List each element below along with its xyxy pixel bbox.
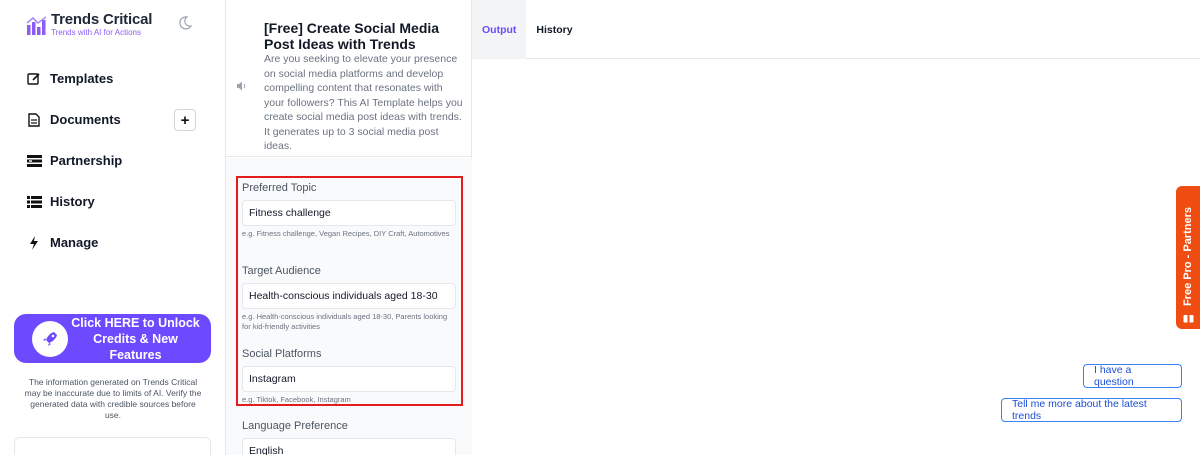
field-language-preference: Language Preference English	[242, 420, 456, 455]
output-tabs: Output History	[472, 0, 1200, 59]
brand-logo-icon	[26, 15, 47, 35]
suggestion-button-trends[interactable]: Tell me more about the latest trends	[1001, 398, 1182, 422]
field-label: Preferred Topic	[242, 182, 317, 194]
tab-output[interactable]: Output	[472, 0, 527, 59]
suggestion-button-question[interactable]: I have a question	[1083, 364, 1182, 388]
field-label: Target Audience	[242, 265, 321, 277]
ai-disclaimer: The information generated on Trends Crit…	[24, 377, 202, 420]
bolt-icon	[26, 235, 42, 251]
free-pro-partners-tab[interactable]: Free Pro - Partners	[1176, 186, 1200, 329]
document-icon	[26, 112, 42, 128]
edit-icon	[26, 71, 42, 87]
field-hint: e.g. Health-conscious individuals aged 1…	[242, 312, 448, 331]
social-platforms-input[interactable]: Instagram	[242, 366, 456, 392]
speaker-icon[interactable]	[236, 80, 248, 92]
sidebar-item-documents[interactable]: Documents +	[26, 99, 206, 140]
template-description: Are you seeking to elevate your presence…	[264, 53, 463, 152]
sidebar-item-partnership[interactable]: Partnership	[26, 140, 206, 181]
gift-icon	[1183, 315, 1193, 323]
partnership-icon	[26, 153, 42, 169]
field-hint: e.g. Fitness challenge, Vegan Recipes, D…	[242, 229, 450, 238]
sidebar-item-label: Manage	[50, 235, 99, 250]
sidebar-item-label: Documents	[50, 112, 121, 127]
sidebar-bottom-panel	[14, 437, 211, 455]
dark-mode-toggle-icon[interactable]	[177, 15, 193, 31]
sidebar-item-label: History	[50, 194, 95, 209]
language-preference-input[interactable]: English	[242, 438, 456, 455]
tab-history[interactable]: History	[526, 0, 582, 59]
field-label: Language Preference	[242, 420, 348, 432]
field-social-platforms: Social Platforms Instagram e.g. Tiktok, …	[242, 348, 456, 405]
field-label: Social Platforms	[242, 348, 322, 360]
sidebar-item-templates[interactable]: Templates	[26, 58, 206, 99]
sidebar: Trends Critical Trends with AI for Actio…	[0, 0, 226, 455]
field-hint: e.g. Tiktok, Facebook, Instagram	[242, 395, 351, 404]
template-title: [Free] Create Social Media Post Ideas wi…	[264, 20, 440, 52]
sidebar-item-label: Partnership	[50, 153, 123, 168]
template-form-panel: [Free] Create Social Media Post Ideas wi…	[226, 0, 472, 455]
add-document-button[interactable]: +	[174, 109, 196, 131]
brand[interactable]: Trends Critical Trends with AI for Actio…	[26, 12, 152, 38]
unlock-credits-label: Click HERE to Unlock Credits & New Featu…	[71, 315, 200, 362]
field-target-audience: Target Audience Health-conscious individ…	[242, 265, 456, 332]
brand-name: Trends Critical	[51, 11, 153, 28]
template-header: [Free] Create Social Media Post Ideas wi…	[226, 0, 472, 157]
target-audience-input[interactable]: Health-conscious individuals aged 18-30	[242, 283, 456, 309]
preferred-topic-input[interactable]: Fitness challenge	[242, 200, 456, 226]
sidebar-nav: Templates Documents + Partnership Histor…	[26, 58, 206, 263]
rocket-icon	[32, 320, 68, 357]
app-root: Trends Critical Trends with AI for Actio…	[0, 0, 1200, 455]
sidebar-item-label: Templates	[50, 71, 114, 86]
unlock-credits-button[interactable]: Click HERE to Unlock Credits & New Featu…	[14, 314, 211, 363]
list-icon	[26, 194, 42, 210]
field-preferred-topic: Preferred Topic Fitness challenge e.g. F…	[242, 182, 456, 239]
sidebar-item-history[interactable]: History	[26, 181, 206, 222]
sidebar-item-manage[interactable]: Manage	[26, 222, 206, 263]
main-area: Output History I have a question Tell me…	[472, 0, 1200, 455]
brand-tagline: Trends with AI for Actions	[51, 28, 141, 37]
partners-tab-label: Free Pro - Partners	[1182, 206, 1194, 306]
